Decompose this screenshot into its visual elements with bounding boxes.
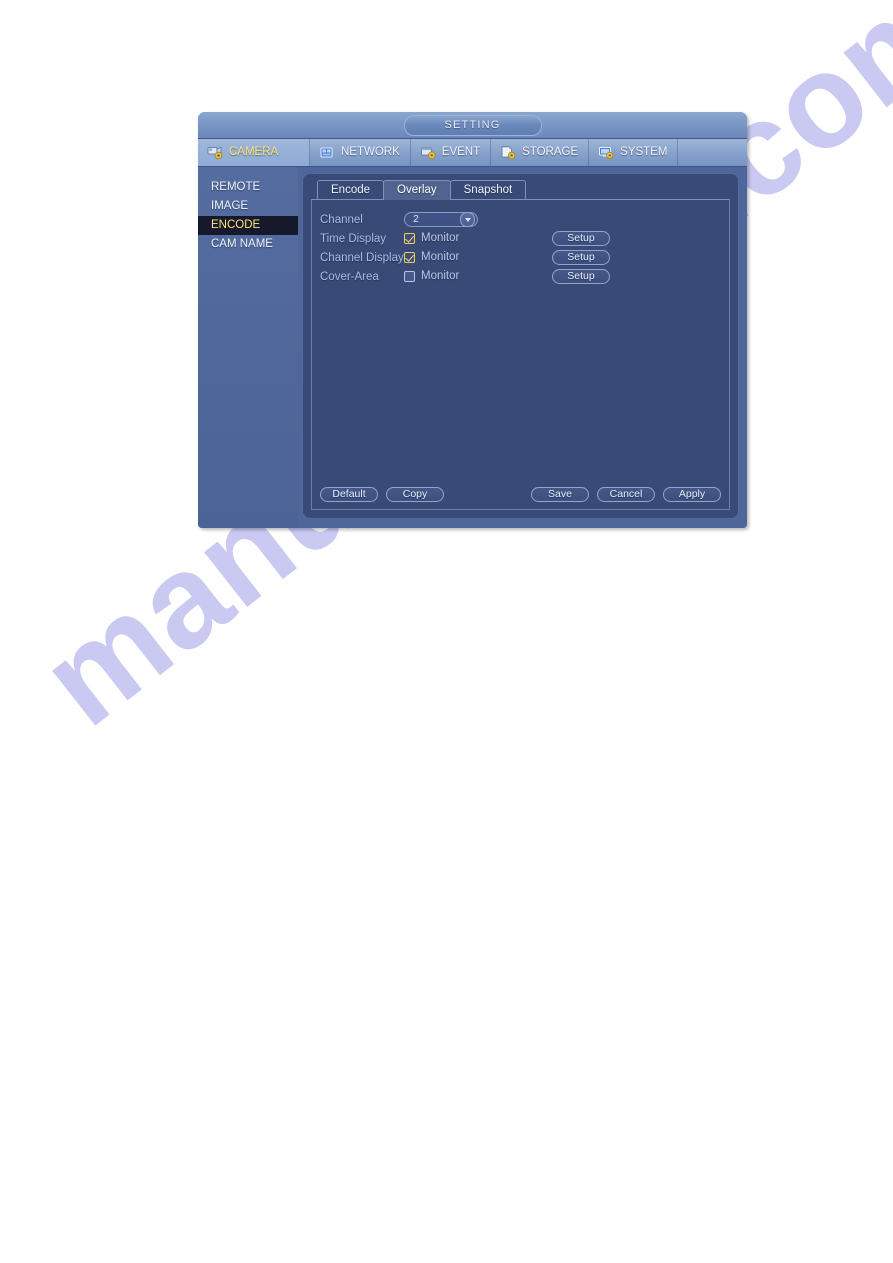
time-display-setup-col: Setup — [552, 231, 610, 246]
nav-filler — [678, 139, 747, 166]
time-display-monitor-checkbox[interactable] — [404, 233, 415, 244]
channel-select-value: 2 — [413, 213, 419, 226]
form-row-channel: Channel 2 — [320, 210, 729, 229]
cover-area-label: Cover-Area — [320, 270, 379, 283]
cancel-button[interactable]: Cancel — [597, 487, 655, 502]
channel-display-monitor-checkbox[interactable] — [404, 252, 415, 263]
channel-display-setup-button[interactable]: Setup — [552, 250, 610, 265]
nav-item-storage[interactable]: STORAGE — [491, 139, 590, 166]
sidebar-item-image[interactable]: IMAGE — [198, 197, 298, 216]
nav-item-event[interactable]: EVENT — [411, 139, 492, 166]
channel-display-label: Channel Display — [320, 251, 404, 264]
form-row-channel-display: Channel Display Monitor Setup — [320, 248, 729, 267]
channel-display-control: Monitor — [404, 250, 516, 264]
sidebar: REMOTE IMAGE ENCODE CAM NAME — [198, 167, 298, 528]
apply-button[interactable]: Apply — [663, 487, 721, 502]
settings-panel: Encode Overlay Snapshot Channel 2 Time D… — [302, 173, 739, 519]
nav-item-storage-label: STORAGE — [522, 145, 579, 158]
nav-item-system-label: SYSTEM — [620, 145, 668, 158]
sidebar-item-encode[interactable]: ENCODE — [198, 216, 298, 235]
tab-overlay[interactable]: Overlay — [383, 180, 451, 200]
nav-item-camera-label: CAMERA — [229, 145, 279, 158]
system-icon — [598, 145, 615, 160]
camera-icon — [207, 145, 224, 160]
save-button[interactable]: Save — [531, 487, 589, 502]
form-row-time-display: Time Display Monitor Setup — [320, 229, 729, 248]
content-area: Encode Overlay Snapshot Channel 2 Time D… — [298, 167, 747, 528]
nav-item-system[interactable]: SYSTEM — [589, 139, 679, 166]
channel-select[interactable]: 2 — [404, 212, 478, 227]
window-body: REMOTE IMAGE ENCODE CAM NAME Encode Over… — [198, 167, 747, 528]
storage-icon — [500, 145, 517, 160]
nav-item-network-label: NETWORK — [341, 145, 400, 158]
form-row-cover-area: Cover-Area Monitor Setup — [320, 267, 729, 286]
tab-snapshot[interactable]: Snapshot — [449, 180, 527, 199]
default-button[interactable]: Default — [320, 487, 378, 502]
network-icon — [319, 145, 336, 160]
overlay-form: Channel 2 Time Display Monitor Setup Cha… — [311, 200, 730, 510]
nav-item-camera[interactable]: CAMERA — [198, 139, 310, 166]
channel-label: Channel — [320, 213, 363, 226]
cover-area-monitor-checkbox[interactable] — [404, 271, 415, 282]
channel-display-setup-col: Setup — [552, 250, 610, 265]
time-display-setup-button[interactable]: Setup — [552, 231, 610, 246]
cover-area-control: Monitor — [404, 269, 516, 283]
sidebar-item-cam-name[interactable]: CAM NAME — [198, 235, 298, 254]
footer-left-group: Default Copy — [320, 487, 444, 502]
channel-control: 2 — [404, 212, 516, 227]
nav-item-network[interactable]: NETWORK — [310, 139, 411, 166]
time-display-control: Monitor — [404, 231, 516, 245]
copy-button[interactable]: Copy — [386, 487, 444, 502]
cover-area-monitor-label: Monitor — [421, 269, 460, 282]
cover-area-setup-col: Setup — [552, 269, 610, 284]
window-titlebar: SETTING — [198, 112, 747, 139]
sidebar-item-remote[interactable]: REMOTE — [198, 178, 298, 197]
time-display-label: Time Display — [320, 232, 387, 245]
nav-item-event-label: EVENT — [441, 145, 481, 158]
cover-area-setup-button[interactable]: Setup — [552, 269, 610, 284]
tab-encode[interactable]: Encode — [317, 180, 385, 199]
main-nav: CAMERA NETWORK EVENT STORAGE SYSTEM — [198, 139, 747, 167]
event-icon — [420, 145, 437, 160]
time-display-monitor-label: Monitor — [421, 231, 460, 244]
panel-footer: Default Copy Save Cancel Apply — [320, 487, 721, 502]
footer-right-group: Save Cancel Apply — [531, 487, 721, 502]
channel-display-monitor-label: Monitor — [421, 250, 460, 263]
window-title: SETTING — [403, 115, 542, 136]
tab-strip: Encode Overlay Snapshot — [311, 180, 730, 200]
setting-window: SETTING CAMERA NETWORK EVENT STORAGE SYS… — [198, 112, 747, 528]
chevron-down-icon[interactable] — [460, 212, 475, 227]
